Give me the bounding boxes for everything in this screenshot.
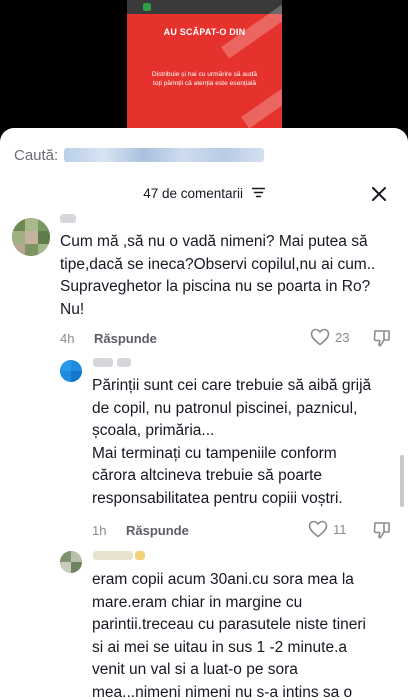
comment-line: mea...nimeni nimeni nu s-a intins sa o	[92, 683, 353, 700]
comment-line: parintii.treceau cu parasutele niste tin…	[92, 616, 366, 633]
like-button[interactable]: 23	[310, 328, 349, 346]
search-query-blurred	[64, 148, 265, 162]
video-caption-line: toți părinții că atenția este esențială	[153, 80, 256, 87]
video-frame[interactable]: AU SCĂPAT-O DIN Distribuie și hai cu urm…	[127, 0, 282, 140]
comment-line: tipe,dacă se ineca?Observi copilul,nu ai…	[60, 255, 376, 273]
comment-meta: 4h Răspunde	[60, 328, 157, 348]
comment-line: Părinții sunt cei care trebuie să aibă g…	[92, 377, 372, 394]
comment-line: venit un val si a luat-o pe sora	[92, 661, 298, 678]
comment-line: eram copii acum 30ani.cu sora mea la	[92, 571, 354, 588]
comment-line: Supraveghetor la piscina nu se poarta in…	[60, 278, 371, 295]
user-badge-blurred	[135, 551, 145, 560]
video-background: AU SCĂPAT-O DIN Distribuie și hai cu urm…	[0, 0, 408, 140]
comment-time: 1h	[92, 522, 107, 538]
reply-button[interactable]: Răspunde	[94, 331, 157, 346]
avatar[interactable]	[12, 218, 50, 256]
like-count: 23	[335, 329, 350, 345]
comment-line: Mai terminați cu tampeniile conform	[92, 444, 337, 462]
avatar[interactable]	[60, 360, 82, 382]
comment-text: Cum mă ,să nu o vadă nimeni? Mai putea s…	[60, 231, 375, 321]
dislike-icon[interactable]	[372, 520, 392, 540]
username-blurred[interactable]	[93, 551, 133, 560]
comment-line: de copil, nu patronul piscinei, paznicul…	[92, 399, 358, 417]
video-caption-line: Distribuie și hai cu urmărire să audă	[151, 71, 258, 78]
comment-text: Părinții sunt cei care trebuie să aibă g…	[92, 375, 371, 510]
video-top-strip	[127, 0, 282, 14]
comment-line: si ai mei se uitau in sus 1 -2 minute.a	[92, 638, 348, 656]
avatar[interactable]	[60, 551, 82, 573]
username-blurred	[117, 358, 131, 367]
video-caption: Distribuie și hai cu urmărire să audă to…	[133, 70, 276, 88]
comment-line: cărora altcineva trebuie să poarte	[92, 467, 323, 484]
search-bar[interactable]: Caută:	[14, 145, 265, 165]
heart-icon	[308, 520, 328, 538]
dislike-icon[interactable]	[372, 328, 392, 348]
comment-meta: 1h Răspunde	[92, 520, 189, 540]
comment-text: eram copii acum 30ani.cu sora mea la mar…	[92, 569, 366, 700]
comments-header: 47 de comentarii	[0, 183, 408, 205]
comment-line: Nu!	[60, 300, 85, 318]
heart-icon	[310, 328, 330, 346]
scrollbar[interactable]	[400, 455, 404, 507]
close-icon[interactable]	[370, 185, 388, 203]
comment-line: școala, primăria...	[92, 422, 215, 439]
like-count: 11	[333, 521, 347, 537]
video-thumbnail-badge	[143, 3, 151, 11]
comments-count-title: 47 de comentarii	[0, 186, 408, 201]
like-button[interactable]: 11	[308, 520, 347, 538]
reply-button[interactable]: Răspunde	[126, 523, 189, 538]
comment-line: mare.eram chiar in margine cu	[92, 593, 303, 611]
video-title: AU SCĂPAT-O DIN	[163, 27, 246, 37]
filter-lines-icon[interactable]	[251, 187, 265, 198]
comments-count: 47 de comentarii	[143, 186, 244, 201]
username-blurred[interactable]	[60, 214, 76, 223]
comment-time: 4h	[60, 330, 75, 346]
comments-sheet: Caută: 47 de comentarii Cum mă ,să nu o …	[0, 128, 408, 700]
username-blurred[interactable]	[93, 358, 113, 367]
comment-line: Cum mă ,să nu o vadă nimeni? Mai putea s…	[60, 233, 368, 250]
comment-line: responsabilitatea pentru copiii voștri.	[92, 489, 343, 507]
search-label: Caută:	[14, 146, 59, 164]
